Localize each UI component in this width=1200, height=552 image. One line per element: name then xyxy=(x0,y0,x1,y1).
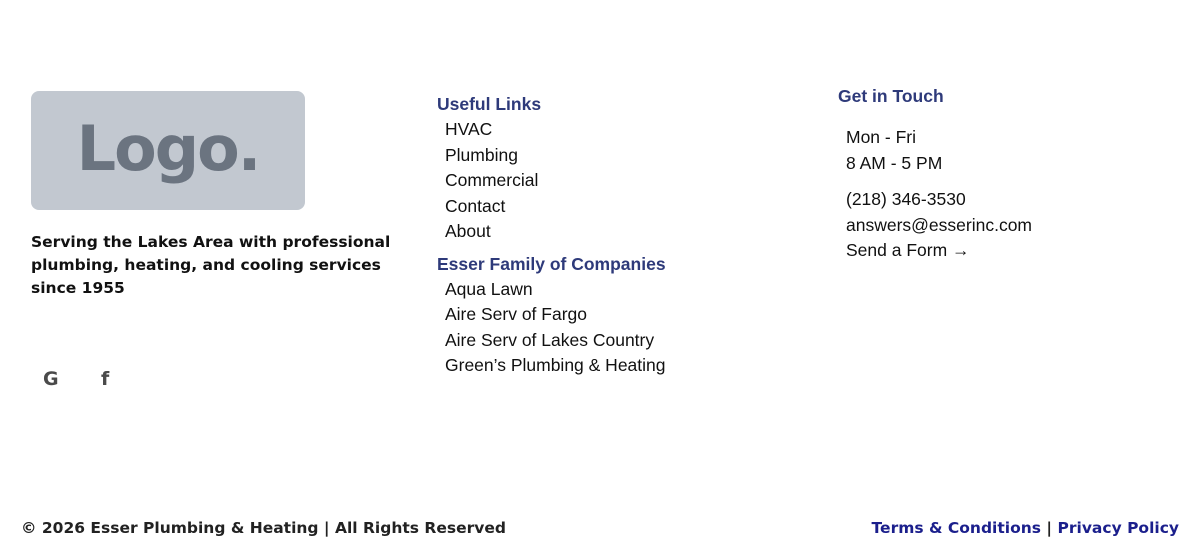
link-aire-serv-fargo[interactable]: Aire Serv of Fargo xyxy=(445,302,666,328)
business-hours: Mon - Fri 8 AM - 5 PM xyxy=(846,125,1032,176)
useful-links-heading: Useful Links xyxy=(437,94,542,114)
legal-separator: | xyxy=(1046,519,1053,537)
useful-links-list: HVAC Plumbing Commercial Contact About xyxy=(445,117,666,245)
family-companies-heading: Esser Family of Companies xyxy=(437,253,666,274)
link-greens-plumbing[interactable]: Green’s Plumbing & Heating xyxy=(445,353,666,379)
get-in-touch-heading: Get in Touch xyxy=(838,86,944,106)
privacy-link[interactable]: Privacy Policy xyxy=(1058,519,1180,537)
email-link[interactable]: answers@esserinc.com xyxy=(846,213,1032,239)
link-aqua-lawn[interactable]: Aqua Lawn xyxy=(445,277,666,303)
link-aire-serv-lakes[interactable]: Aire Serv of Lakes Country xyxy=(445,328,666,354)
link-commercial[interactable]: Commercial xyxy=(445,168,666,194)
company-tagline: Serving the Lakes Area with professional… xyxy=(31,233,391,297)
hours-days: Mon - Fri xyxy=(846,127,916,147)
link-contact[interactable]: Contact xyxy=(445,194,666,220)
contact-details: (218) 346-3530 answers@esserinc.com Send… xyxy=(846,187,1032,264)
google-icon[interactable]: G xyxy=(43,368,59,390)
contact-column: Get in Touch Mon - Fri 8 AM - 5 PM (218)… xyxy=(838,85,1032,264)
logo-text: Logo. xyxy=(76,112,262,185)
link-hvac[interactable]: HVAC xyxy=(445,117,666,143)
terms-link[interactable]: Terms & Conditions xyxy=(872,519,1041,537)
copyright-text: © 2026 Esser Plumbing & Heating | All Ri… xyxy=(21,519,506,537)
phone-link[interactable]: (218) 346-3530 xyxy=(846,187,1032,213)
logo[interactable]: Logo. xyxy=(31,91,305,210)
facebook-icon[interactable]: f xyxy=(101,368,109,390)
send-form-link[interactable]: Send a Form → xyxy=(846,238,1032,264)
legal-links: Terms & Conditions | Privacy Policy xyxy=(872,519,1179,537)
hours-time: 8 AM - 5 PM xyxy=(846,152,943,173)
family-companies-list: Aqua Lawn Aire Serv of Fargo Aire Serv o… xyxy=(445,277,666,379)
footer-links-column: Useful Links HVAC Plumbing Commercial Co… xyxy=(437,93,666,379)
link-about[interactable]: About xyxy=(445,219,666,245)
link-plumbing[interactable]: Plumbing xyxy=(445,143,666,169)
